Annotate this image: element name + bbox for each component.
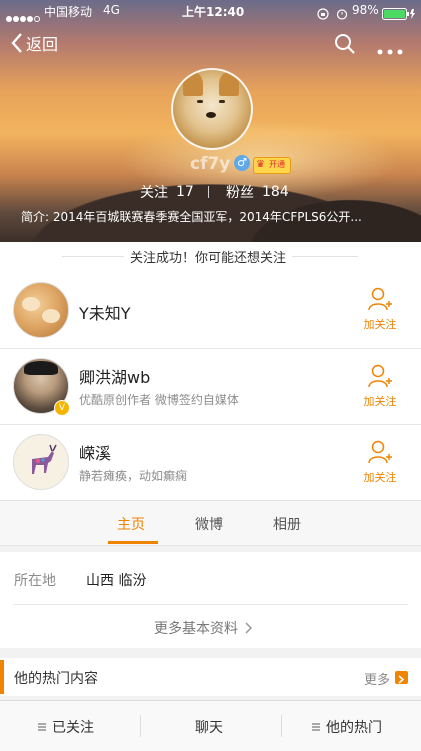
follow-stats[interactable]: 关注 17: [140, 182, 194, 202]
tab-indicator: [108, 541, 158, 544]
section-accent-bar: [0, 660, 4, 694]
profile-avatar[interactable]: [171, 68, 253, 150]
tab-album[interactable]: 相册: [273, 514, 301, 534]
follow-label: 加关注: [363, 471, 397, 484]
follow-button[interactable]: 加关注: [362, 363, 398, 409]
list-item[interactable]: Y未知Y 加关注: [0, 272, 421, 348]
user-name: 嵘溪: [79, 444, 112, 463]
follow-label: 加关注: [363, 318, 397, 331]
follow-label: 加关注: [363, 395, 397, 408]
back-label: 返回: [26, 35, 59, 54]
profile-name: cf7y: [190, 154, 231, 174]
his-hot-label: 他的热门: [326, 720, 382, 736]
divider: [281, 715, 282, 737]
carrier: 中国移动: [44, 5, 93, 19]
hot-content-title: 他的热门内容: [14, 671, 98, 687]
list-item[interactable]: 嵘溪 静若瘫痪，动如癫痫 加关注: [0, 425, 421, 500]
add-user-icon: [368, 287, 392, 311]
tab-bar: 主页 微博 相册: [0, 500, 421, 546]
info-card: 所在地 山西 临汾 更多基本资料: [0, 552, 421, 648]
tab-weibo[interactable]: 微博: [195, 514, 223, 534]
his-hot-button[interactable]: 他的热门: [312, 717, 382, 737]
gender-male-icon: ♂: [234, 155, 250, 171]
alarm-icon: [336, 5, 348, 24]
orientation-lock-icon: [317, 5, 329, 24]
profile-bio: 简介: 2014年百城联赛春季赛全国亚军，2014年CFPLS6公开...: [21, 210, 362, 224]
tab-home[interactable]: 主页: [117, 514, 145, 534]
follow-button[interactable]: 加关注: [362, 286, 398, 332]
hot-content-header[interactable]: 他的热门内容 更多: [0, 658, 421, 696]
user-avatar[interactable]: [13, 282, 69, 338]
bottom-action-bar: 已关注 聊天 他的热门: [0, 700, 421, 751]
list-item[interactable]: V 卿洪湖wb 优酷原创作者 微博签约自媒体 加关注: [0, 349, 421, 424]
back-button[interactable]: 返回: [10, 31, 58, 55]
dog-ear: [219, 72, 239, 96]
followed-label: 已关注: [52, 720, 94, 736]
deer-image: [32, 444, 57, 474]
search-icon[interactable]: [334, 33, 356, 59]
follow-count: 17: [176, 184, 194, 200]
user-desc: 优酷原创作者 微博签约自媒体: [79, 393, 239, 407]
user-desc: 静若瘫痪，动如癫痫: [79, 469, 188, 483]
clock: 上午12:40: [182, 5, 245, 19]
fans-count: 184: [262, 184, 289, 200]
battery-icon: [382, 5, 416, 24]
vip-badge-text: 开通: [269, 160, 285, 169]
location-value: 山西 临汾: [86, 573, 147, 589]
menu-icon: [312, 722, 320, 733]
stats-divider: [208, 186, 209, 198]
divider: [14, 604, 408, 605]
signal-icon: [6, 8, 40, 27]
add-user-icon: [368, 364, 392, 388]
followed-button[interactable]: 已关注: [38, 717, 94, 737]
menu-icon: [38, 722, 46, 733]
add-user-icon: [368, 440, 392, 464]
dog-eye: [219, 100, 225, 103]
divider: [140, 715, 141, 737]
more-icon[interactable]: [377, 40, 403, 59]
verified-icon: V: [54, 400, 70, 416]
network: 4G: [103, 3, 120, 17]
user-name: Y未知Y: [79, 304, 131, 323]
dog-eye: [197, 100, 203, 103]
more-arrow-icon: [395, 671, 408, 684]
dog-ear: [183, 72, 203, 96]
hot-more-label[interactable]: 更多: [364, 669, 390, 688]
fans-stats[interactable]: 粉丝 184: [226, 182, 289, 202]
vip-badge[interactable]: ♛ 开通: [253, 157, 291, 174]
follow-label: 关注: [140, 185, 168, 201]
cat-face: [42, 309, 60, 323]
location-label: 所在地: [14, 573, 56, 589]
more-info-link[interactable]: 更多基本资料: [154, 618, 254, 638]
chevron-right-icon: [245, 622, 253, 634]
chat-button[interactable]: 聊天: [195, 717, 223, 737]
dog-nose: [206, 112, 216, 118]
follow-button[interactable]: 加关注: [362, 439, 398, 485]
follow-success-text: 关注成功！你可能还想关注: [124, 247, 293, 266]
fans-label: 粉丝: [226, 185, 254, 201]
crown-icon: ♛: [256, 159, 265, 170]
user-avatar[interactable]: [13, 434, 69, 490]
profile-header: 中国移动 4G 上午12:40 98% 返回 cf7y ♂ ♛ 开通 关注 17…: [0, 0, 421, 242]
more-info-label: 更多基本资料: [154, 621, 238, 637]
chevron-left-icon: [11, 33, 22, 53]
user-name: 卿洪湖wb: [79, 368, 151, 387]
hair: [24, 361, 58, 375]
cat-face: [22, 297, 40, 311]
battery-percent: 98%: [352, 3, 379, 17]
